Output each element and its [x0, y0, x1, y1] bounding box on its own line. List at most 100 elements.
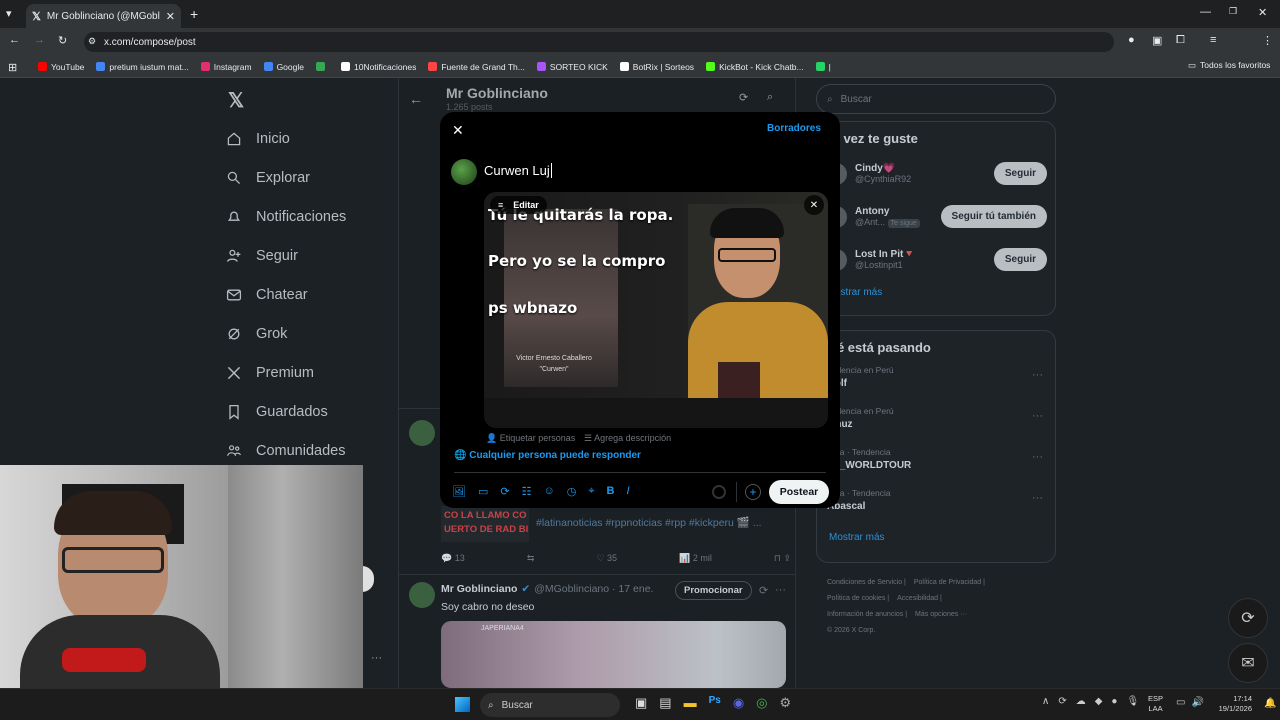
taskbar: ⌕ Buscar ▣ ▤ ▬ Ps ◉ ◎ ⚙ ∧ ⟳ ☁ ◆ ● 🎙 ESP LA…: [0, 688, 1280, 720]
apps-icon[interactable]: ⊞: [8, 61, 17, 74]
tag-people-button[interactable]: 👤 Etiquetar personas: [486, 433, 575, 444]
meme-photo-right: [688, 204, 828, 398]
start-icon[interactable]: [455, 697, 470, 712]
tray-app-icon[interactable]: ⟳: [1058, 696, 1066, 707]
grok-compose-icon[interactable]: ⟳: [500, 485, 509, 498]
bookmark-favicon-icon: [536, 62, 546, 71]
grok-fab-icon[interactable]: ⟳: [1228, 598, 1268, 638]
input-language[interactable]: ESP LAA: [1148, 694, 1163, 714]
tab-search-icon[interactable]: ▾: [6, 7, 12, 20]
add-description-button[interactable]: ☰ Agrega descripción: [584, 433, 671, 444]
task-view-icon[interactable]: ▣: [635, 695, 647, 711]
folder-icon: ▭: [1188, 60, 1197, 70]
bookmark-item[interactable]: YouTube: [38, 62, 84, 72]
reload-icon[interactable]: ↻: [58, 34, 67, 47]
app2-icon[interactable]: ⚙: [780, 695, 792, 711]
browser-tab[interactable]: 𝕏 Mr Goblinciano (@MGoblinciano ✕: [26, 4, 181, 28]
tray-app3-icon[interactable]: ●: [1111, 696, 1117, 707]
bookmark-favicon-icon: [315, 62, 325, 71]
url-text: x.com/compose/post: [104, 36, 196, 48]
webcam-overlay: [0, 465, 363, 688]
compose-textarea[interactable]: Curwen Luj: [484, 163, 552, 178]
file-explorer-icon[interactable]: ▬: [684, 695, 697, 711]
poll-icon[interactable]: ☷: [522, 485, 532, 498]
drafts-button[interactable]: Borradores: [767, 123, 821, 134]
bookmark-item[interactable]: BotRix | Sorteos: [619, 62, 694, 72]
messages-fab-icon[interactable]: ✉: [1228, 643, 1268, 683]
add-post-icon[interactable]: +: [745, 484, 761, 500]
back-icon[interactable]: ←: [9, 34, 20, 46]
bookmark-favicon-icon: [428, 62, 438, 71]
bookmark-item[interactable]: Instagram: [200, 62, 252, 72]
tab-title: Mr Goblinciano (@MGoblinciano: [46, 10, 160, 22]
media-icon[interactable]: 🖼: [452, 485, 466, 498]
bookmark-favicon-icon: [263, 62, 273, 71]
tray-chevron-icon[interactable]: ∧: [1042, 696, 1049, 707]
site-info-icon[interactable]: ⚙: [88, 36, 96, 47]
post-button[interactable]: Postear: [769, 480, 829, 504]
divider: [454, 472, 826, 473]
streamer-hair: [54, 491, 172, 535]
bookmark-favicon-icon: [96, 62, 106, 71]
tray-cloud-icon[interactable]: ☁: [1076, 696, 1086, 707]
reply-setting-button[interactable]: 🌐 Cualquier persona puede responder: [454, 450, 641, 461]
meme-caption-1: Victor Ernesto Caballero: [516, 355, 592, 362]
meme-line-2: Pero yo se la compro: [488, 252, 666, 270]
address-bar[interactable]: ⚙ x.com/compose/post: [84, 32, 1114, 52]
chrome-icon[interactable]: ◎: [756, 695, 767, 711]
bookmark-favicon-icon: [340, 62, 350, 71]
bookmark-favicon-icon: [706, 62, 716, 71]
photoshop-icon[interactable]: Ps: [709, 695, 721, 711]
microphone: [62, 648, 146, 672]
minimize-icon[interactable]: —: [1200, 6, 1211, 18]
italic-icon[interactable]: I: [626, 485, 629, 498]
tab-search-icon-2[interactable]: ≡: [1210, 34, 1216, 46]
discord-icon[interactable]: ◉: [733, 695, 744, 711]
extension-icon[interactable]: ●: [1128, 34, 1135, 46]
all-bookmarks[interactable]: ▭ Todos los favoritos: [1188, 60, 1270, 71]
meme-line-3: ps wbnazo: [488, 299, 578, 317]
new-tab-icon[interactable]: +: [190, 6, 198, 22]
bookmark-favicon-icon: [815, 62, 825, 71]
bookmark-item[interactable]: [315, 62, 329, 71]
more-options-icon[interactable]: ···: [371, 652, 382, 664]
network-icon[interactable]: ▭: [1176, 697, 1185, 708]
close-window-icon[interactable]: ✕: [1258, 6, 1267, 19]
tray-app2-icon[interactable]: ◆: [1095, 696, 1103, 707]
location-icon[interactable]: ⌖: [588, 485, 594, 498]
edit-icon: ≡: [498, 200, 504, 210]
user-avatar[interactable]: [451, 159, 477, 185]
search-icon: ⌕: [488, 699, 494, 711]
close-tab-icon[interactable]: ✕: [166, 10, 175, 23]
bookmark-item[interactable]: KickBot - Kick Chatb...: [706, 62, 804, 72]
puzzle-icon[interactable]: ⧠: [1176, 34, 1185, 47]
schedule-icon[interactable]: ◷: [567, 485, 577, 498]
menu-icon[interactable]: ⋮: [1262, 34, 1273, 47]
bookmark-item[interactable]: Fuente de Grand Th...: [428, 62, 525, 72]
forward-icon[interactable]: →: [34, 34, 45, 46]
restore-icon[interactable]: ❐: [1229, 6, 1237, 17]
bookmark-item[interactable]: Google: [263, 62, 304, 72]
bookmark-item[interactable]: 10Notificaciones: [340, 62, 416, 72]
extension2-icon[interactable]: ▣: [1152, 34, 1162, 47]
background-cabinet: [228, 465, 363, 688]
tray-mic-icon[interactable]: 🎙: [1126, 696, 1139, 707]
app-icon[interactable]: ▤: [659, 695, 671, 711]
clock[interactable]: 17:14 19/1/2026: [1208, 694, 1252, 714]
taskbar-search[interactable]: ⌕ Buscar: [480, 693, 620, 717]
bookmark-item[interactable]: SORTEO KICK: [536, 62, 608, 72]
meme-caption-2: "Curwen": [539, 366, 569, 373]
x-favicon-icon: 𝕏: [32, 10, 41, 23]
remove-media-icon[interactable]: ✕: [804, 195, 824, 215]
gif-icon[interactable]: ▭: [478, 485, 488, 498]
edit-media-button[interactable]: ≡ Editar: [490, 196, 547, 214]
bookmark-item[interactable]: |: [815, 62, 831, 72]
bold-icon[interactable]: B: [607, 485, 615, 498]
bookmark-favicon-icon: [38, 62, 47, 71]
volume-icon[interactable]: 🔊: [1191, 697, 1203, 708]
close-modal-icon[interactable]: ✕: [452, 122, 464, 139]
emoji-icon[interactable]: ☺: [543, 485, 554, 498]
attached-media[interactable]: Tú le quitarás la ropa. Pero yo se la co…: [484, 192, 828, 428]
notifications-icon[interactable]: 🔔: [1264, 698, 1276, 709]
bookmark-item[interactable]: pretium iustum mat...: [96, 62, 189, 72]
